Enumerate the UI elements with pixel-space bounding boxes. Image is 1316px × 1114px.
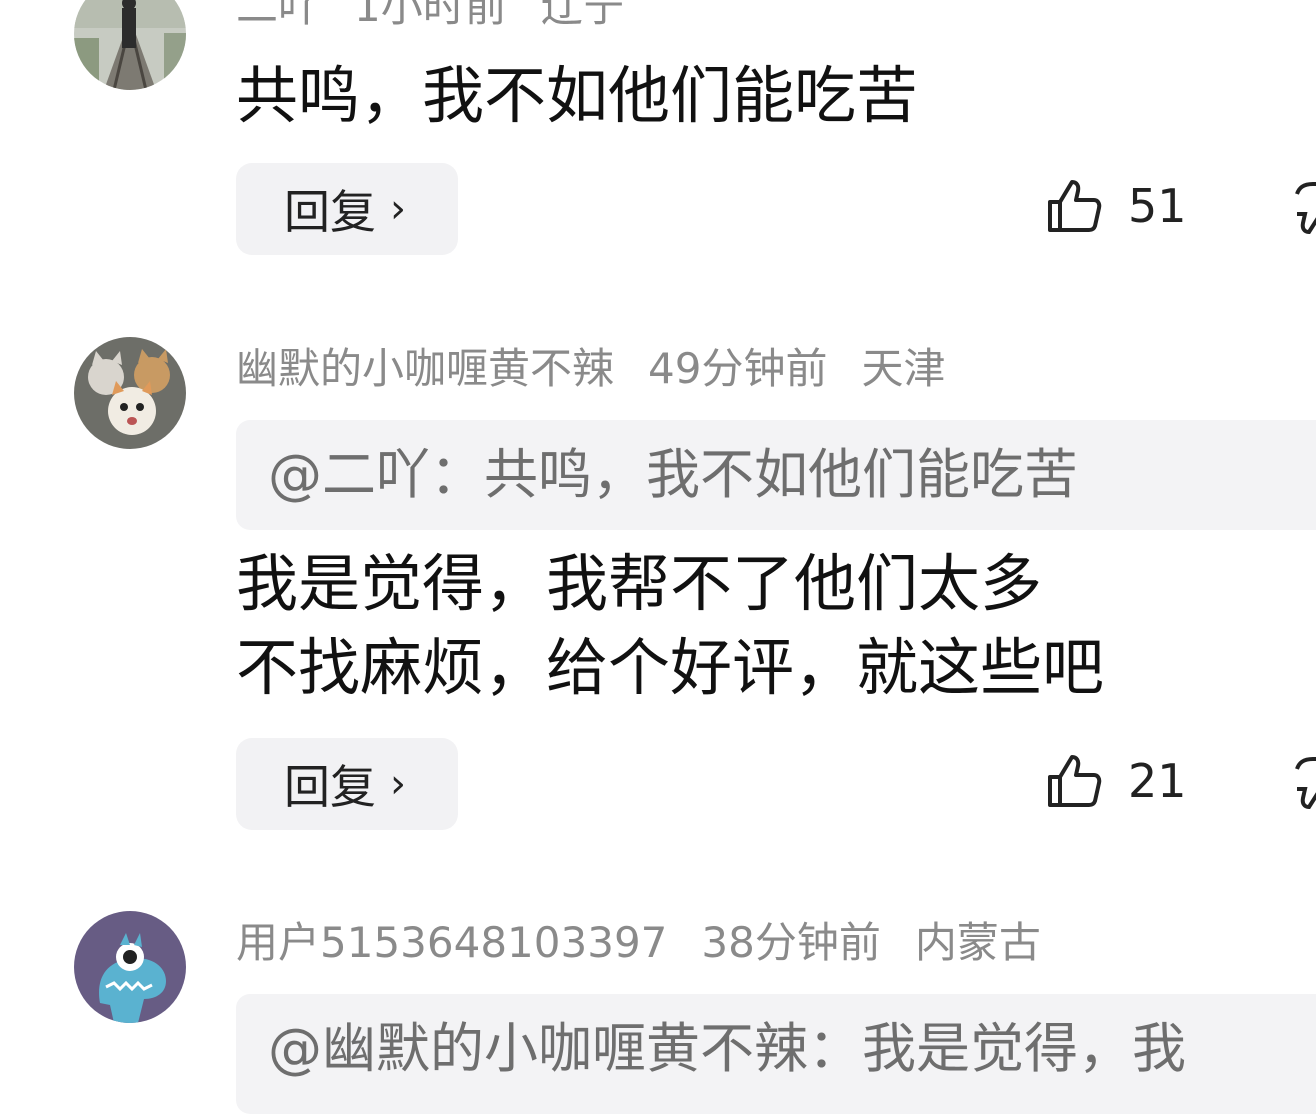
thumbs-down-icon[interactable]: [1293, 180, 1316, 240]
thumbs-down-icon[interactable]: [1293, 755, 1316, 815]
comment-text: 我是觉得，我帮不了他们太多 不找麻烦，给个好评，就这些吧: [236, 542, 1104, 710]
avatar[interactable]: [74, 911, 186, 1023]
username[interactable]: 用户5153648103397: [236, 918, 667, 967]
like-count: 21: [1128, 754, 1187, 808]
like-button[interactable]: 21: [1046, 753, 1187, 809]
comment-text: 共鸣，我不如他们能吃苦: [236, 54, 918, 138]
reply-button[interactable]: 回复 ›: [236, 738, 458, 830]
reply-label: 回复: [284, 185, 376, 239]
timestamp: 38分钟前: [701, 918, 881, 967]
comment-text-line: 我是觉得，我帮不了他们太多: [236, 547, 1043, 620]
quote-text: @幽默的小咖喱黄不辣：我是觉得，我: [268, 1017, 1186, 1080]
like-count: 51: [1128, 179, 1187, 233]
thumbs-up-icon: [1048, 180, 1102, 232]
timestamp: 1小时前: [354, 0, 507, 31]
like-button[interactable]: 51: [1046, 178, 1187, 234]
avatar[interactable]: [74, 0, 186, 90]
timestamp: 49分钟前: [648, 344, 828, 393]
location: 辽宁: [540, 0, 625, 31]
quoted-reply: @二吖：共鸣，我不如他们能吃苦: [236, 420, 1316, 530]
reply-label: 回复: [284, 760, 376, 814]
location: 天津: [861, 344, 946, 393]
comment-text-line: 共鸣，我不如他们能吃苦: [236, 59, 919, 132]
chevron-right-icon: ›: [390, 186, 406, 232]
avatar[interactable]: [74, 337, 186, 449]
chevron-right-icon: ›: [390, 761, 406, 807]
comment-meta: 二吖 1小时前 辽宁: [236, 0, 659, 28]
comment-meta: 用户5153648103397 38分钟前 内蒙古: [236, 922, 1075, 964]
username[interactable]: 幽默的小咖喱黄不辣: [236, 344, 614, 393]
location: 内蒙古: [914, 918, 1041, 967]
thumbs-up-icon: [1048, 755, 1102, 807]
reply-button[interactable]: 回复 ›: [236, 163, 458, 255]
quote-text: @二吖：共鸣，我不如他们能吃苦: [268, 443, 1078, 506]
username[interactable]: 二吖: [236, 0, 320, 31]
quoted-reply: @幽默的小咖喱黄不辣：我是觉得，我: [236, 994, 1316, 1114]
comment-text-line: 不找麻烦，给个好评，就这些吧: [236, 631, 1105, 704]
comment-meta: 幽默的小咖喱黄不辣 49分钟前 天津: [236, 348, 979, 390]
